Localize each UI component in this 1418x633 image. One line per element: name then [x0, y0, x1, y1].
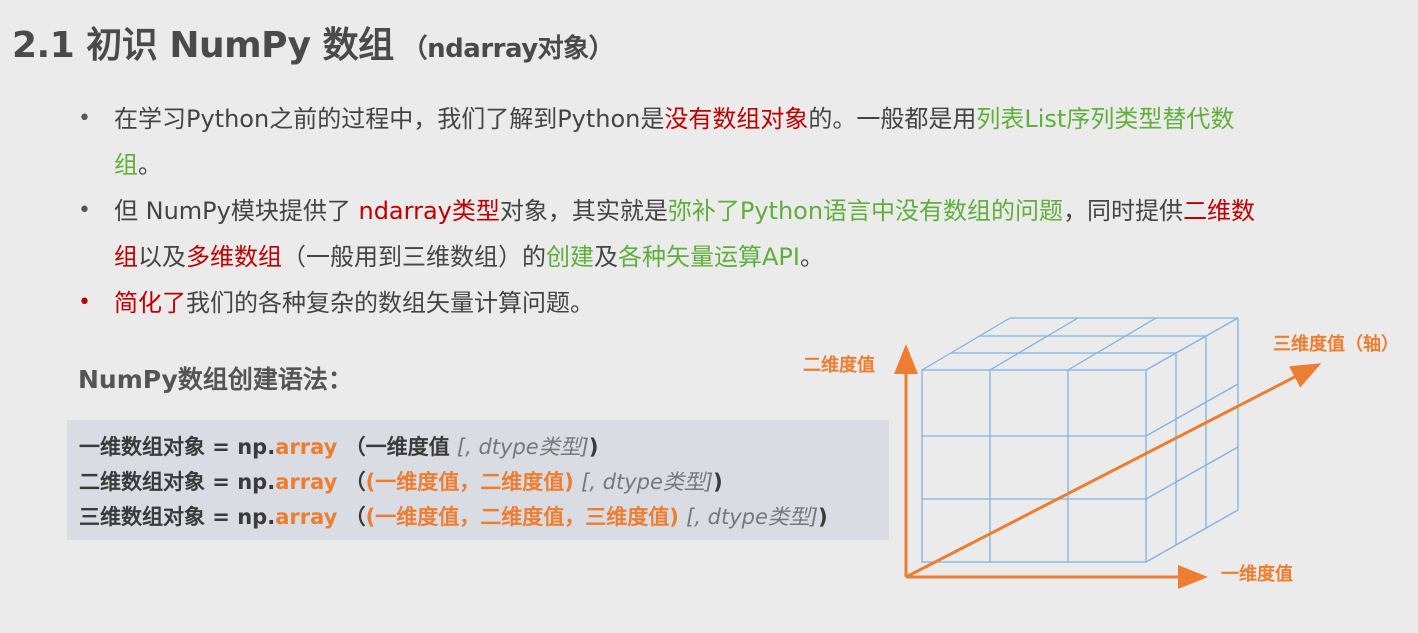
bullet-2-highlight-ndarray: ndarray类型	[358, 197, 500, 225]
code-open: （	[344, 505, 366, 529]
bullet-2-highlight-nd: 多维数组	[186, 243, 282, 271]
code-prefix: 三维数组对象 = np.	[79, 505, 276, 529]
bullet-list: • 在学习Python之前的过程中，我们了解到Python是没有数组对象的。一般…	[78, 96, 1258, 326]
code-line-1d: 一维数组对象 = np.array （一维度值 [, dtype类型])	[79, 430, 889, 465]
bullet-item-2: • 但 NumPy模块提供了 ndarray类型对象，其实就是弥补了Python…	[78, 188, 1258, 280]
code-open: （一维度值	[344, 435, 450, 459]
bullet-2-text-5: （一般用到三维数组）的	[282, 243, 546, 271]
bullet-3-text-1: 我们的各种复杂的数组矢量计算问题。	[186, 289, 594, 317]
cube-grid	[921, 317, 1239, 563]
bullet-1-text-3: 。	[138, 151, 162, 179]
bullet-2-highlight-fill-gap: 弥补了Python语言中没有数组的问题	[667, 197, 1064, 225]
3d-array-diagram-svg: 二维度值 三维度值（轴） 一维度值	[803, 317, 1399, 589]
syntax-heading: NumPy数组创建语法：	[78, 365, 353, 394]
code-func-array: array	[275, 505, 338, 529]
slide-title-sub: （ndarray对象）	[401, 34, 615, 64]
code-func-array: array	[275, 435, 338, 459]
syntax-code-box: 一维数组对象 = np.array （一维度值 [, dtype类型]) 二维数…	[67, 420, 889, 540]
3d-array-diagram: 二维度值 三维度值（轴） 一维度值	[790, 310, 1410, 600]
code-prefix: 二维数组对象 = np.	[79, 470, 276, 494]
label-dim2: 二维度值	[803, 354, 875, 376]
dim3-axis-arrow	[905, 363, 1322, 579]
code-func-array: array	[275, 470, 338, 494]
bullet-1-text-2: 的。一般都是用	[808, 105, 977, 133]
bullet-3-highlight-simplify: 简化了	[114, 289, 186, 317]
bullet-dot-icon: •	[78, 290, 91, 315]
code-inner-tuple: (一维度值，二维度值)	[365, 470, 574, 494]
label-dim1: 一维度值	[1221, 563, 1293, 585]
bullet-2-text-1: 但 NumPy模块提供了	[114, 197, 359, 225]
code-line-2d: 二维数组对象 = np.array （(一维度值，二维度值) [, dtype类…	[79, 465, 889, 500]
code-hint: [, dtype类型]	[581, 470, 714, 494]
code-hint: [, dtype类型]	[456, 435, 589, 459]
code-inner-tuple: (一维度值，二维度值，三维度值)	[365, 505, 679, 529]
axes	[894, 344, 1322, 589]
bullet-2-text-2: 对象，其实就是	[499, 197, 668, 225]
bullet-2-highlight-create: 创建	[546, 243, 594, 271]
bullet-2-text-6: 及	[594, 243, 618, 271]
code-open: （	[344, 470, 366, 494]
bullet-1-text-1: 在学习Python之前的过程中，我们了解到Python是	[114, 105, 665, 133]
bullet-1-highlight-no-array: 没有数组对象	[664, 105, 809, 133]
code-close: )	[588, 435, 599, 459]
bullet-dot-icon: •	[78, 106, 91, 131]
slide-title: 2.1 初识 NumPy 数组 （ndarray对象）	[12, 16, 615, 68]
bullet-item-1: • 在学习Python之前的过程中，我们了解到Python是没有数组对象的。一般…	[78, 96, 1258, 188]
code-close: )	[713, 470, 723, 494]
label-dim3: 三维度值（轴）	[1273, 333, 1399, 355]
code-line-3d: 三维数组对象 = np.array （(一维度值，二维度值，三维度值) [, d…	[79, 500, 889, 535]
code-prefix: 一维数组对象 = np.	[79, 435, 276, 459]
bullet-2-text-4: 以及	[138, 243, 186, 271]
bullet-dot-icon: •	[78, 198, 91, 223]
bullet-2-text-7: 。	[799, 243, 824, 271]
slide-title-main: 2.1 初识 NumPy 数组	[12, 25, 394, 66]
bullet-2-text-3: ，同时提供	[1063, 197, 1184, 225]
bullet-2-highlight-api: 各种矢量运算API	[618, 243, 800, 271]
